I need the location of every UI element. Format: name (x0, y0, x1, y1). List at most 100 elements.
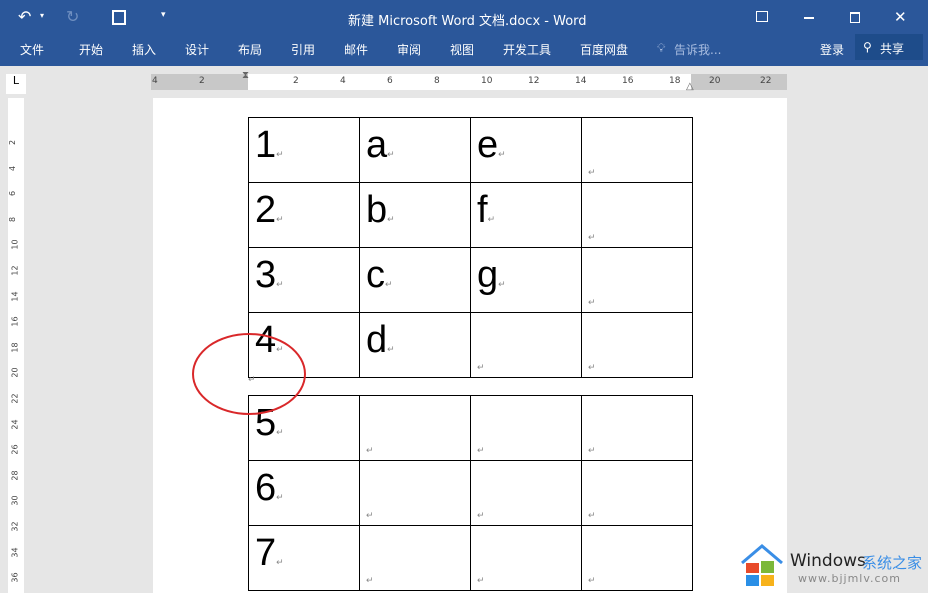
cell-end-mark: ↵ (477, 362, 485, 372)
table-cell[interactable]: g↵ (470, 247, 582, 313)
table-row: 3↵ c↵ g↵ ↵ (248, 247, 693, 313)
table-cell[interactable]: 6↵ (248, 460, 360, 526)
cell-end-mark: ↵ (385, 279, 393, 289)
right-indent-icon[interactable]: △ (686, 81, 694, 92)
tab-developer[interactable]: 开发工具 (503, 41, 551, 58)
red-annotation-circle (192, 333, 306, 415)
ruler-label: 8 (434, 76, 440, 86)
ruler-label: 32 (10, 521, 20, 532)
cell-end-mark: ↵ (276, 279, 284, 289)
cell-end-mark: ↵ (588, 167, 596, 177)
cell-text: e (477, 124, 499, 166)
table-cell[interactable]: ↵ (581, 182, 693, 248)
table-2[interactable]: 5↵ ↵ ↵ ↵ 6↵ ↵ ↵ ↵ 7↵ ↵ ↵ ↵ (248, 395, 693, 591)
cell-end-mark: ↵ (387, 149, 395, 159)
table-cell[interactable]: ↵ (359, 525, 471, 591)
cell-end-mark: ↵ (387, 214, 395, 224)
tab-home[interactable]: 开始 (79, 41, 103, 58)
table-cell[interactable]: ↵ (581, 117, 693, 183)
table-cell[interactable]: ↵ (470, 460, 582, 526)
ruler-label: 12 (10, 265, 20, 276)
table-row: 5↵ ↵ ↵ ↵ (248, 395, 693, 461)
tab-insert[interactable]: 插入 (132, 41, 156, 58)
cell-end-mark: ↵ (588, 510, 596, 520)
tab-references[interactable]: 引用 (291, 41, 315, 58)
ruler-label: 30 (10, 495, 20, 506)
tell-me-input[interactable]: 告诉我... (674, 41, 721, 58)
tab-design[interactable]: 设计 (185, 41, 209, 58)
table-row: 1↵ a↵ e↵ ↵ (248, 117, 693, 183)
watermark-logo: Windows 系统之家 www.bjjmlv.com (738, 543, 922, 593)
cell-end-mark: ↵ (588, 362, 596, 372)
ruler-label: 2 (293, 76, 299, 86)
table-cell[interactable]: ↵ (581, 460, 693, 526)
cell-end-mark: ↵ (487, 214, 496, 224)
cell-end-mark: ↵ (366, 445, 374, 455)
cell-text: d (366, 319, 388, 361)
tab-file[interactable]: 文件 (20, 41, 44, 58)
ruler-label: 18 (10, 342, 20, 353)
title-bar: ↶ ▾ ↻ ▾ 新建 Microsoft Word 文档.docx - Word… (0, 0, 928, 34)
table-cell[interactable]: ↵ (581, 395, 693, 461)
ruler-label: 20 (709, 76, 721, 86)
cell-end-mark: ↵ (477, 445, 485, 455)
table-cell[interactable]: a↵ (359, 117, 471, 183)
tab-baidu[interactable]: 百度网盘 (580, 41, 628, 58)
tab-selector-button[interactable]: L (6, 74, 26, 94)
table-cell[interactable]: ↵ (581, 525, 693, 591)
table-cell[interactable]: c↵ (359, 247, 471, 313)
tab-view[interactable]: 视图 (450, 41, 474, 58)
cell-text: 6 (255, 467, 277, 509)
table-cell[interactable]: d↵ (359, 312, 471, 378)
ruler-label: 22 (10, 393, 20, 404)
table-cell[interactable]: ↵ (470, 312, 582, 378)
table-cell[interactable]: ↵ (581, 312, 693, 378)
undo-icon[interactable]: ↶ (18, 7, 31, 26)
ruler-label: 2 (199, 76, 205, 86)
indent-marker-icon[interactable]: ⧗ (242, 70, 249, 81)
cell-end-mark: ↵ (276, 149, 284, 159)
minimize-button[interactable] (804, 17, 814, 19)
save-icon[interactable] (112, 10, 126, 25)
cell-end-mark: ↵ (498, 149, 506, 159)
table-1[interactable]: 1↵ a↵ e↵ ↵ 2↵ b↵ f↵ ↵ 3↵ c↵ g↵ ↵ 4↵ d↵ ↵ ↵ (248, 117, 693, 378)
customize-toolbar-icon[interactable]: ▾ (161, 10, 166, 20)
cell-end-mark: ↵ (588, 297, 596, 307)
ribbon-display-icon[interactable] (756, 11, 768, 22)
tab-layout[interactable]: 布局 (238, 41, 262, 58)
ruler-label: 4 (152, 76, 158, 86)
ruler-label: 18 (669, 76, 681, 86)
share-button[interactable]: ⚲ 共享 (855, 34, 923, 60)
maximize-button[interactable] (850, 12, 860, 23)
window-title: 新建 Microsoft Word 文档.docx - Word (348, 14, 587, 29)
watermark-brand-cn: 系统之家 (862, 554, 923, 572)
person-icon: ⚲ (863, 40, 872, 54)
table-cell[interactable]: 2↵ (248, 182, 360, 248)
table-row: 7↵ ↵ ↵ ↵ (248, 525, 693, 591)
tab-mailings[interactable]: 邮件 (344, 41, 368, 58)
table-cell[interactable]: ↵ (470, 525, 582, 591)
ruler-label: 14 (10, 291, 20, 302)
table-cell[interactable]: 3↵ (248, 247, 360, 313)
tab-review[interactable]: 审阅 (397, 41, 421, 58)
ruler-label: 26 (10, 444, 20, 455)
ruler-label: 2 (8, 139, 18, 146)
table-cell[interactable]: ↵ (359, 460, 471, 526)
watermark-brand: Windows (790, 551, 866, 571)
table-cell[interactable]: ↵ (581, 247, 693, 313)
table-cell[interactable]: f↵ (470, 182, 582, 248)
redo-icon[interactable]: ↻ (66, 7, 79, 26)
login-link[interactable]: 登录 (820, 41, 844, 58)
lightbulb-icon: 💡︎ (657, 41, 666, 55)
table-cell[interactable]: ↵ (470, 395, 582, 461)
table-cell[interactable]: 7↵ (248, 525, 360, 591)
table-cell[interactable]: e↵ (470, 117, 582, 183)
table-row: 6↵ ↵ ↵ ↵ (248, 460, 693, 526)
cell-text: c (366, 254, 385, 296)
ruler-label: 28 (10, 470, 20, 481)
undo-dropdown-icon[interactable]: ▾ (40, 11, 44, 20)
table-cell[interactable]: 1↵ (248, 117, 360, 183)
table-cell[interactable]: ↵ (359, 395, 471, 461)
close-button[interactable]: ✕ (894, 8, 907, 26)
table-cell[interactable]: b↵ (359, 182, 471, 248)
